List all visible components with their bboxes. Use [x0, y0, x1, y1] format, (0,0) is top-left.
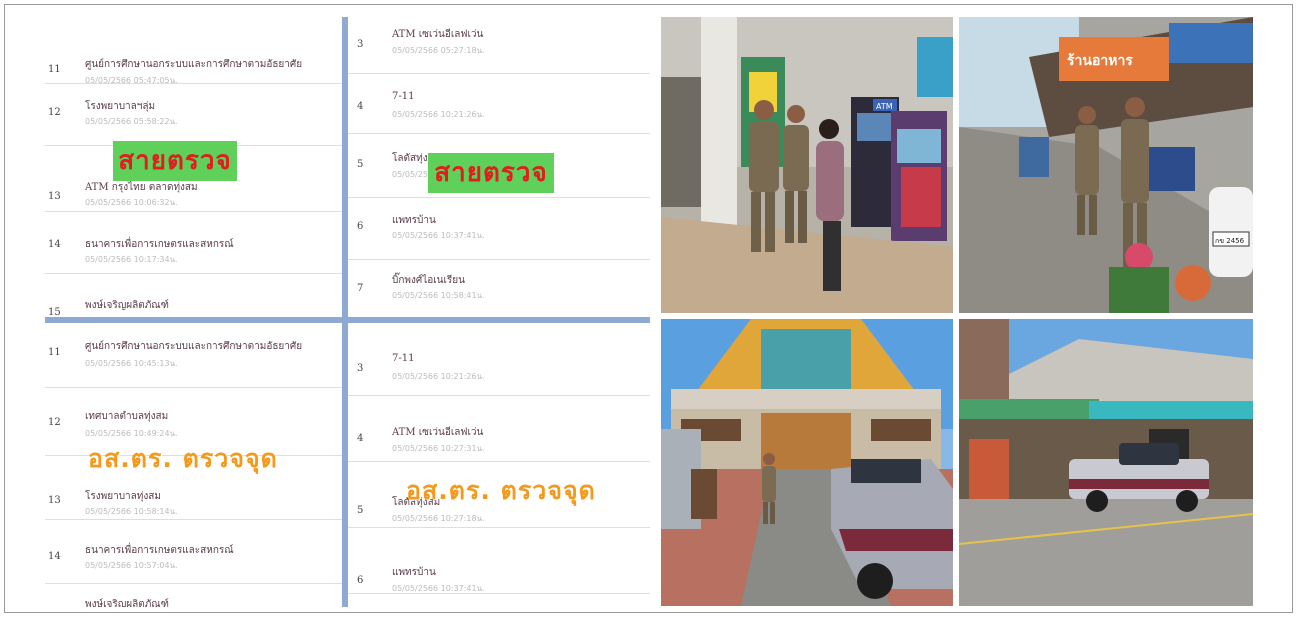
row-title: พงษ์เจริญผลิตภัณฑ์: [85, 300, 169, 311]
row-number: 4: [357, 433, 364, 444]
row-number: 7: [357, 283, 364, 294]
row-timestamp: 05/05/2566 10:17:34น.: [85, 255, 178, 264]
row-title: เทศบาลตำบลทุ่งสม: [85, 411, 169, 422]
row-timestamp: 05/05/2566 10:21:26น.: [392, 110, 485, 119]
row-number: 12: [48, 107, 61, 118]
list-row: 7 บิ๊กพงศ์ไอเนเรียน 05/05/2566 10:58:41น…: [348, 259, 650, 317]
row-number: 11: [48, 347, 61, 358]
row-number: 6: [357, 575, 364, 586]
row-number: 12: [48, 417, 61, 428]
row-number: 3: [357, 363, 364, 374]
row-title: ATM เซเว่นอีเลฟเว่น: [392, 427, 484, 438]
row-title: 7-11: [392, 91, 415, 102]
row-title: 7-11: [392, 353, 415, 364]
patrol-truck-photo: [959, 319, 1253, 606]
patrol-tag: สายตรวจ: [428, 153, 554, 193]
row-title: ATM เซเว่นอีเลฟเว่น: [392, 29, 484, 40]
row-number: 4: [357, 101, 364, 112]
row-timestamp: 05/05/2566 10:58:14น.: [85, 507, 178, 516]
checkpoint-list-collage: 11 ศูนย์การศึกษานอกระบบและการศึกษาตามอัธ…: [45, 17, 650, 607]
horizontal-separator: [45, 317, 650, 323]
list-row: 6 แพทรบ้าน 05/05/2566 10:37:41น.: [348, 527, 650, 594]
volunteer-checkpoint-tag: อส.ตร. ตรวจจุด: [88, 444, 278, 473]
list-row: 14 ธนาคารเพื่อการเกษตรและสหกรณ์ 05/05/25…: [45, 211, 342, 274]
row-number: 5: [357, 505, 364, 516]
vertical-separator: [342, 17, 348, 607]
row-number: 14: [48, 551, 61, 562]
row-title: แพทรบ้าน: [392, 215, 436, 226]
patrol-tag: สายตรวจ: [113, 141, 237, 181]
street-patrol-photo: ร้านอาหาร กข 2456: [959, 17, 1253, 313]
row-title: แพทรบ้าน: [392, 567, 436, 578]
row-title: โรงพยาบาลฯลุ่ม: [85, 101, 156, 112]
row-number: 6: [357, 221, 364, 232]
atm-sign: ATM: [876, 102, 893, 111]
row-timestamp: 05/05/2566 10:45:13น.: [85, 359, 178, 368]
row-title: โรงพยาบาลทุ่งสม: [85, 491, 161, 502]
temple-checkpoint-photo: [661, 319, 953, 606]
list-row: 15 พงษ์เจริญผลิตภัณฑ์: [45, 273, 342, 318]
top-left-list: 11 ศูนย์การศึกษานอกระบบและการศึกษาตามอัธ…: [45, 17, 342, 318]
row-title: ATM กรุงไทย ตลาดทุ่งสม: [85, 182, 198, 193]
list-row: 4 ATM เซเว่นอีเลฟเว่น 05/05/2566 10:27:3…: [348, 395, 650, 462]
row-timestamp: 05/05/2566 10:58:41น.: [392, 291, 485, 300]
row-timestamp: 05/05/2566 10:21:26น.: [392, 372, 485, 381]
row-title: ศูนย์การศึกษานอกระบบและการศึกษาตามอัธยาศ…: [85, 341, 303, 352]
volunteer-checkpoint-tag: อส.ตร. ตรวจจุด: [406, 476, 596, 505]
row-timestamp: 05/05/2566 10:27:18น.: [392, 514, 485, 523]
row-title: ศูนย์การศึกษานอกระบบและการศึกษาตามอัธยาศ…: [85, 59, 303, 70]
row-title: พงษ์เจริญผลิตภัณฑ์: [85, 599, 169, 607]
row-title: ธนาคารเพื่อการเกษตรและสหกรณ์: [85, 239, 234, 250]
row-timestamp: 05/05/2566 10:57:04น.: [85, 561, 178, 570]
top-right-list: 3 ATM เซเว่นอีเลฟเว่น 05/05/2566 05:27:1…: [348, 17, 650, 317]
bottom-right-list: 3 7-11 05/05/2566 10:21:26น. 4 ATM เซเว่…: [348, 323, 650, 607]
row-number: 14: [48, 239, 61, 250]
list-row: 3 7-11 05/05/2566 10:21:26น.: [348, 323, 650, 396]
list-row: พงษ์เจริญผลิตภัณฑ์: [45, 583, 342, 607]
row-timestamp: 05/05/2566 10:37:41น.: [392, 231, 485, 240]
row-timestamp: 05/05/2566 05:58:22น.: [85, 117, 178, 126]
list-row: 11 ศูนย์การศึกษานอกระบบและการศึกษาตามอัธ…: [45, 323, 342, 388]
shop-sign: ร้านอาหาร: [1067, 53, 1133, 69]
list-row: 12 โรงพยาบาลฯลุ่ม 05/05/2566 05:58:22น.: [45, 83, 342, 146]
list-row: 4 7-11 05/05/2566 10:21:26น.: [348, 73, 650, 134]
row-timestamp: 05/05/2566 10:06:32น.: [85, 198, 178, 207]
row-title: บิ๊กพงศ์ไอเนเรียน: [392, 275, 465, 286]
row-number: 11: [48, 64, 61, 75]
row-title: ธนาคารเพื่อการเกษตรและสหกรณ์: [85, 545, 234, 556]
plate-text: กข 2456: [1215, 237, 1245, 245]
list-row: 6 แพทรบ้าน 05/05/2566 10:37:41น.: [348, 197, 650, 260]
list-row: 11 ศูนย์การศึกษานอกระบบและการศึกษาตามอัธ…: [45, 17, 342, 85]
atm-patrol-photo: ATM: [661, 17, 953, 313]
row-number: 13: [48, 191, 61, 202]
list-row: 3 ATM เซเว่นอีเลฟเว่น 05/05/2566 05:27:1…: [348, 17, 650, 74]
row-timestamp: 05/05/2566 10:27:31น.: [392, 444, 485, 453]
row-number: 3: [357, 39, 364, 50]
bottom-left-list: 11 ศูนย์การศึกษานอกระบบและการศึกษาตามอัธ…: [45, 323, 342, 607]
row-number: 5: [357, 159, 364, 170]
row-number: 13: [48, 495, 61, 506]
list-row: 14 ธนาคารเพื่อการเกษตรและสหกรณ์ 05/05/25…: [45, 519, 342, 584]
row-timestamp: 05/05/2566 05:27:18น.: [392, 46, 485, 55]
row-timestamp: 05/05/2566 10:37:41น.: [392, 584, 485, 593]
